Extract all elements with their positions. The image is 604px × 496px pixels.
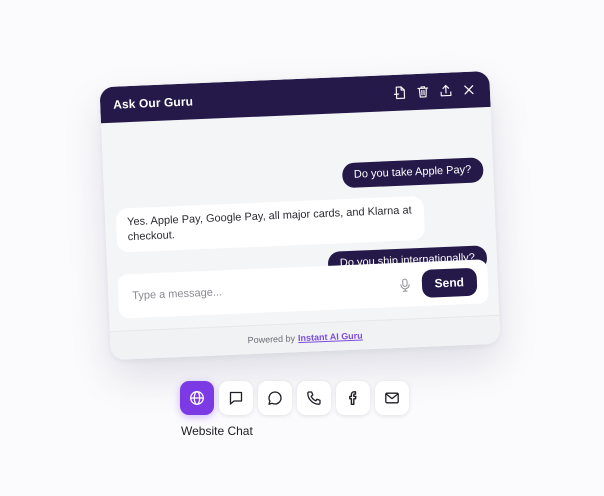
channel-whatsapp[interactable] <box>258 381 292 415</box>
channel-email[interactable] <box>375 381 409 415</box>
channel-selector <box>180 381 409 415</box>
message-input[interactable] <box>129 277 398 304</box>
chat-square-icon <box>229 391 243 405</box>
upload-icon[interactable] <box>439 83 454 98</box>
powered-by-footer: Powered by Instant AI Guru <box>109 314 501 361</box>
globe-icon <box>190 391 204 405</box>
trash-icon[interactable] <box>416 84 431 99</box>
channel-website-chat[interactable] <box>180 381 214 415</box>
channel-phone[interactable] <box>297 381 331 415</box>
powered-by-label: Powered by <box>247 333 296 346</box>
microphone-icon[interactable] <box>397 276 412 293</box>
send-button[interactable]: Send <box>421 267 478 298</box>
header-actions <box>393 83 477 100</box>
chat-round-icon <box>268 391 282 405</box>
stage: Ask Our Guru Do you take Apple Pay? Yes.… <box>0 0 604 496</box>
phone-icon <box>307 391 321 405</box>
mail-icon <box>385 392 399 404</box>
chat-title: Ask Our Guru <box>112 94 194 112</box>
active-channel-label: Website Chat <box>181 424 253 438</box>
channel-facebook[interactable] <box>336 381 370 415</box>
new-document-icon[interactable] <box>393 85 408 100</box>
facebook-icon <box>349 391 357 405</box>
chat-widget: Ask Our Guru Do you take Apple Pay? Yes.… <box>99 70 501 361</box>
channel-messages[interactable] <box>219 381 253 415</box>
bot-message: Yes. Apple Pay, Google Pay, all major ca… <box>115 195 426 253</box>
brand-link[interactable]: Instant AI Guru <box>298 330 363 343</box>
user-message: Do you take Apple Pay? <box>341 157 484 189</box>
close-icon[interactable] <box>462 83 477 98</box>
